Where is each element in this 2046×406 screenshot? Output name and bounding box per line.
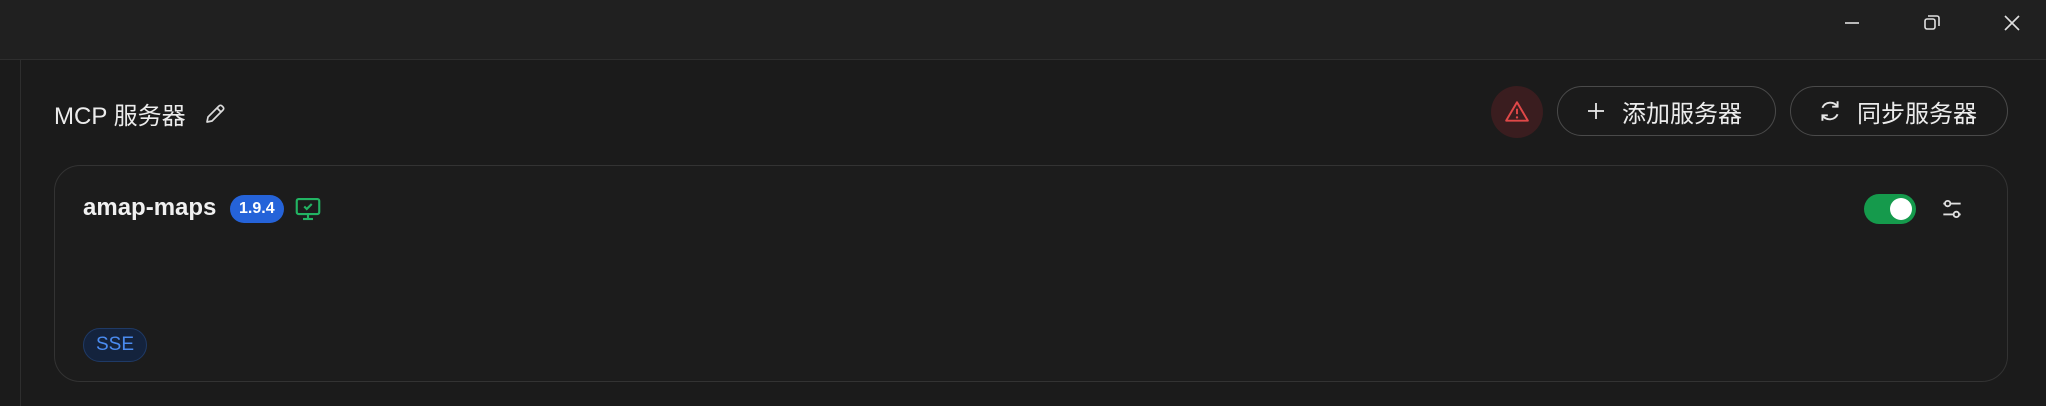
page-title: MCP 服务器 bbox=[54, 102, 186, 130]
version-badge: 1.9.4 bbox=[230, 195, 284, 223]
edit-title-button[interactable] bbox=[200, 99, 230, 129]
restore-icon bbox=[1924, 15, 1940, 30]
add-server-button[interactable]: 添加服务器 bbox=[1557, 86, 1776, 136]
server-settings-button[interactable] bbox=[1935, 192, 1969, 226]
plus-icon bbox=[1588, 103, 1604, 119]
server-name: amap-maps bbox=[83, 194, 217, 221]
left-rail bbox=[0, 60, 21, 406]
minimize-button[interactable] bbox=[1822, 0, 1882, 46]
restore-button[interactable] bbox=[1902, 0, 1962, 46]
close-icon bbox=[2004, 15, 2020, 31]
sync-icon bbox=[1821, 101, 1839, 121]
title-bar bbox=[0, 0, 2046, 60]
minimize-icon bbox=[1845, 22, 1859, 24]
sync-servers-button[interactable]: 同步服务器 bbox=[1790, 86, 2008, 136]
server-card[interactable]: amap-maps 1.9.4 SSE bbox=[54, 165, 2008, 382]
toggle-knob bbox=[1890, 198, 1912, 220]
add-server-label: 添加服务器 bbox=[1622, 100, 1742, 128]
server-enabled-toggle[interactable] bbox=[1864, 194, 1916, 224]
close-button[interactable] bbox=[1982, 0, 2042, 46]
monitor-check-icon bbox=[295, 197, 321, 221]
transport-badge: SSE bbox=[83, 328, 148, 362]
warning-icon bbox=[1505, 101, 1529, 122]
pencil-icon bbox=[206, 104, 225, 123]
sync-servers-label: 同步服务器 bbox=[1857, 100, 1977, 128]
warning-button[interactable] bbox=[1491, 86, 1543, 138]
sliders-icon bbox=[1943, 199, 1961, 219]
